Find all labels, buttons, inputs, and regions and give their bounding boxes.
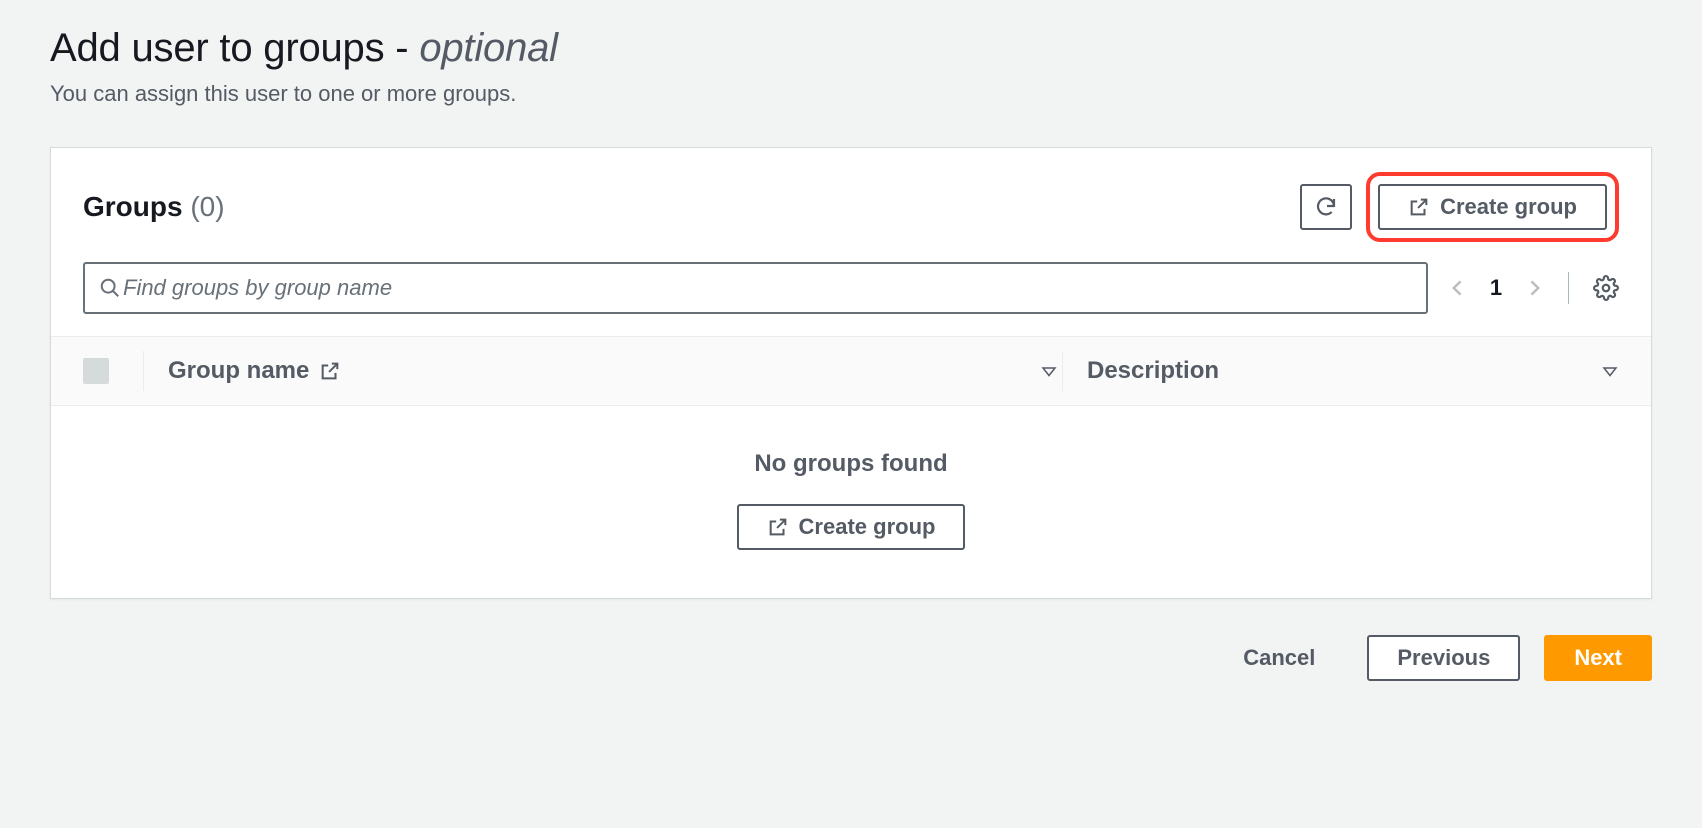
next-button[interactable]: Next xyxy=(1544,635,1652,681)
column-header-description[interactable]: Description xyxy=(1087,357,1619,385)
sort-icon xyxy=(1601,362,1619,380)
panel-count: (0) xyxy=(190,191,224,222)
page-title-sep: - xyxy=(384,26,419,70)
panel-title: Groups (0) xyxy=(83,191,1300,223)
pagination: 1 xyxy=(1448,272,1619,304)
cancel-label: Cancel xyxy=(1243,645,1315,671)
panel-header: Groups (0) xyxy=(51,148,1651,262)
wizard-footer: Cancel Previous Next xyxy=(50,635,1652,681)
empty-message: No groups found xyxy=(51,450,1651,478)
page-title-suffix: optional xyxy=(419,26,558,70)
settings-button[interactable] xyxy=(1593,275,1619,301)
groups-panel: Groups (0) xyxy=(50,147,1652,599)
create-group-button[interactable]: Create group xyxy=(1378,184,1607,230)
previous-button[interactable]: Previous xyxy=(1367,635,1520,681)
search-icon xyxy=(99,277,121,299)
refresh-button[interactable] xyxy=(1300,184,1352,230)
search-field[interactable] xyxy=(83,262,1428,314)
page-number: 1 xyxy=(1486,275,1506,301)
sort-icon xyxy=(1040,362,1058,380)
page-title-main: Add user to groups xyxy=(50,26,384,70)
refresh-icon xyxy=(1314,195,1338,219)
select-all-cell xyxy=(83,358,139,384)
next-label: Next xyxy=(1574,645,1622,671)
external-link-icon xyxy=(767,516,789,538)
panel-title-text: Groups xyxy=(83,191,183,222)
page-next-button[interactable] xyxy=(1524,274,1544,302)
page-prev-button[interactable] xyxy=(1448,274,1468,302)
page-subtitle: You can assign this user to one or more … xyxy=(50,81,1652,107)
pager-divider xyxy=(1568,272,1569,304)
table-header-row: Group name Description xyxy=(51,336,1651,406)
empty-create-group-label: Create group xyxy=(799,514,936,540)
page-title: Add user to groups - optional xyxy=(50,26,1652,71)
table-empty-state: No groups found Create group xyxy=(51,406,1651,598)
column-divider xyxy=(1062,351,1063,391)
create-group-label: Create group xyxy=(1440,194,1577,220)
column-label: Description xyxy=(1087,357,1219,385)
column-divider xyxy=(143,351,144,391)
external-link-icon xyxy=(319,360,341,382)
external-link-icon xyxy=(1408,196,1430,218)
select-all-checkbox[interactable] xyxy=(83,358,109,384)
column-label: Group name xyxy=(168,357,309,385)
highlight-annotation: Create group xyxy=(1366,172,1619,242)
previous-label: Previous xyxy=(1397,645,1490,671)
cancel-button[interactable]: Cancel xyxy=(1215,635,1343,681)
empty-create-group-button[interactable]: Create group xyxy=(737,504,966,550)
search-input[interactable] xyxy=(121,274,1412,302)
toolbar-row: 1 xyxy=(51,262,1651,336)
column-header-group-name[interactable]: Group name xyxy=(168,357,1058,385)
